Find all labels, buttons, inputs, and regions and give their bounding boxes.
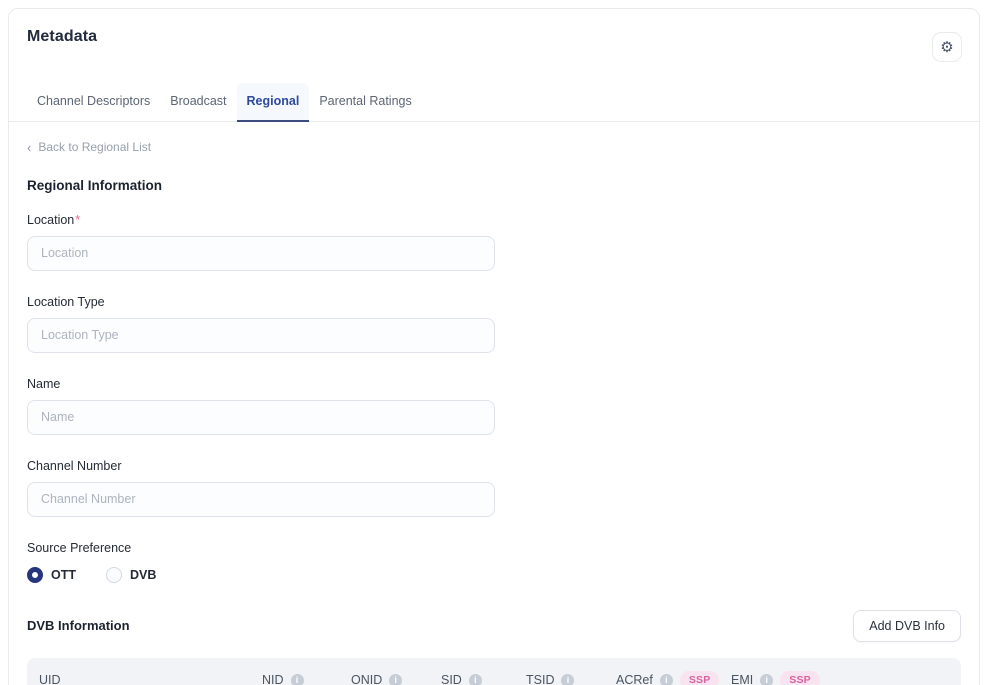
settings-button[interactable]: ⚙ [932,32,962,62]
info-icon[interactable]: i [469,674,482,685]
chevron-left-icon: ‹ [27,141,31,154]
column-header-sid: SID i [441,673,526,685]
location-label: Location* [27,213,961,227]
dvb-section-header: DVB Information Add DVB Info [27,610,961,642]
location-input[interactable] [27,236,495,271]
location-type-label: Location Type [27,295,961,309]
column-label: TSID [526,673,554,685]
column-label: EMI [731,673,753,685]
info-icon[interactable]: i [291,674,304,685]
tab-bar: Channel Descriptors Broadcast Regional P… [9,83,979,122]
column-label: ACRef [616,673,653,685]
column-header-onid: ONID i [351,673,441,685]
info-icon[interactable]: i [760,674,773,685]
dvb-table-header: UID NID i ONID i SID i TSID i [27,658,961,685]
tab-broadcast[interactable]: Broadcast [160,83,236,122]
radio-dvb-label: DVB [130,568,156,582]
section-title: Regional Information [27,178,961,193]
back-link[interactable]: ‹ Back to Regional List [27,140,151,154]
dvb-table: UID NID i ONID i SID i TSID i [27,658,961,685]
tab-parental-ratings[interactable]: Parental Ratings [309,83,421,122]
page-title: Metadata [27,28,97,46]
field-location-type: Location Type [27,295,961,353]
back-link-label: Back to Regional List [38,140,151,154]
gear-icon: ⚙ [940,40,953,55]
column-header-uid: UID [27,673,262,685]
regional-form: Location* Location Type Name Channel Num… [27,213,961,583]
column-header-emi: EMI i SSP [731,671,961,685]
field-location: Location* [27,213,961,271]
info-icon[interactable]: i [389,674,402,685]
ssp-badge: SSP [680,671,720,685]
add-dvb-info-button[interactable]: Add DVB Info [853,610,961,642]
tab-regional[interactable]: Regional [237,83,310,122]
card-header: Metadata ⚙ [9,9,979,62]
location-label-text: Location [27,213,74,227]
column-label: UID [39,673,61,685]
field-name: Name [27,377,961,435]
radio-selected-icon [27,567,43,583]
radio-option-ott[interactable]: OTT [27,567,76,583]
field-source-preference: Source Preference OTT DVB [27,541,961,583]
info-icon[interactable]: i [660,674,673,685]
radio-ott-label: OTT [51,568,76,582]
required-marker: * [75,213,80,227]
column-label: NID [262,673,284,685]
field-channel-number: Channel Number [27,459,961,517]
source-preference-options: OTT DVB [27,567,961,583]
metadata-card: Metadata ⚙ Channel Descriptors Broadcast… [8,8,980,685]
radio-unselected-icon [106,567,122,583]
info-icon[interactable]: i [561,674,574,685]
column-header-tsid: TSID i [526,673,616,685]
dvb-section-title: DVB Information [27,618,130,633]
source-preference-label: Source Preference [27,541,961,555]
location-type-input[interactable] [27,318,495,353]
channel-number-input[interactable] [27,482,495,517]
column-label: SID [441,673,462,685]
radio-option-dvb[interactable]: DVB [106,567,156,583]
tab-channel-descriptors[interactable]: Channel Descriptors [27,83,160,122]
channel-number-label: Channel Number [27,459,961,473]
column-label: ONID [351,673,382,685]
ssp-badge: SSP [780,671,820,685]
column-header-acref: ACRef i SSP [616,671,731,685]
name-input[interactable] [27,400,495,435]
tab-content: ‹ Back to Regional List Regional Informa… [9,122,979,685]
name-label: Name [27,377,961,391]
column-header-nid: NID i [262,673,351,685]
